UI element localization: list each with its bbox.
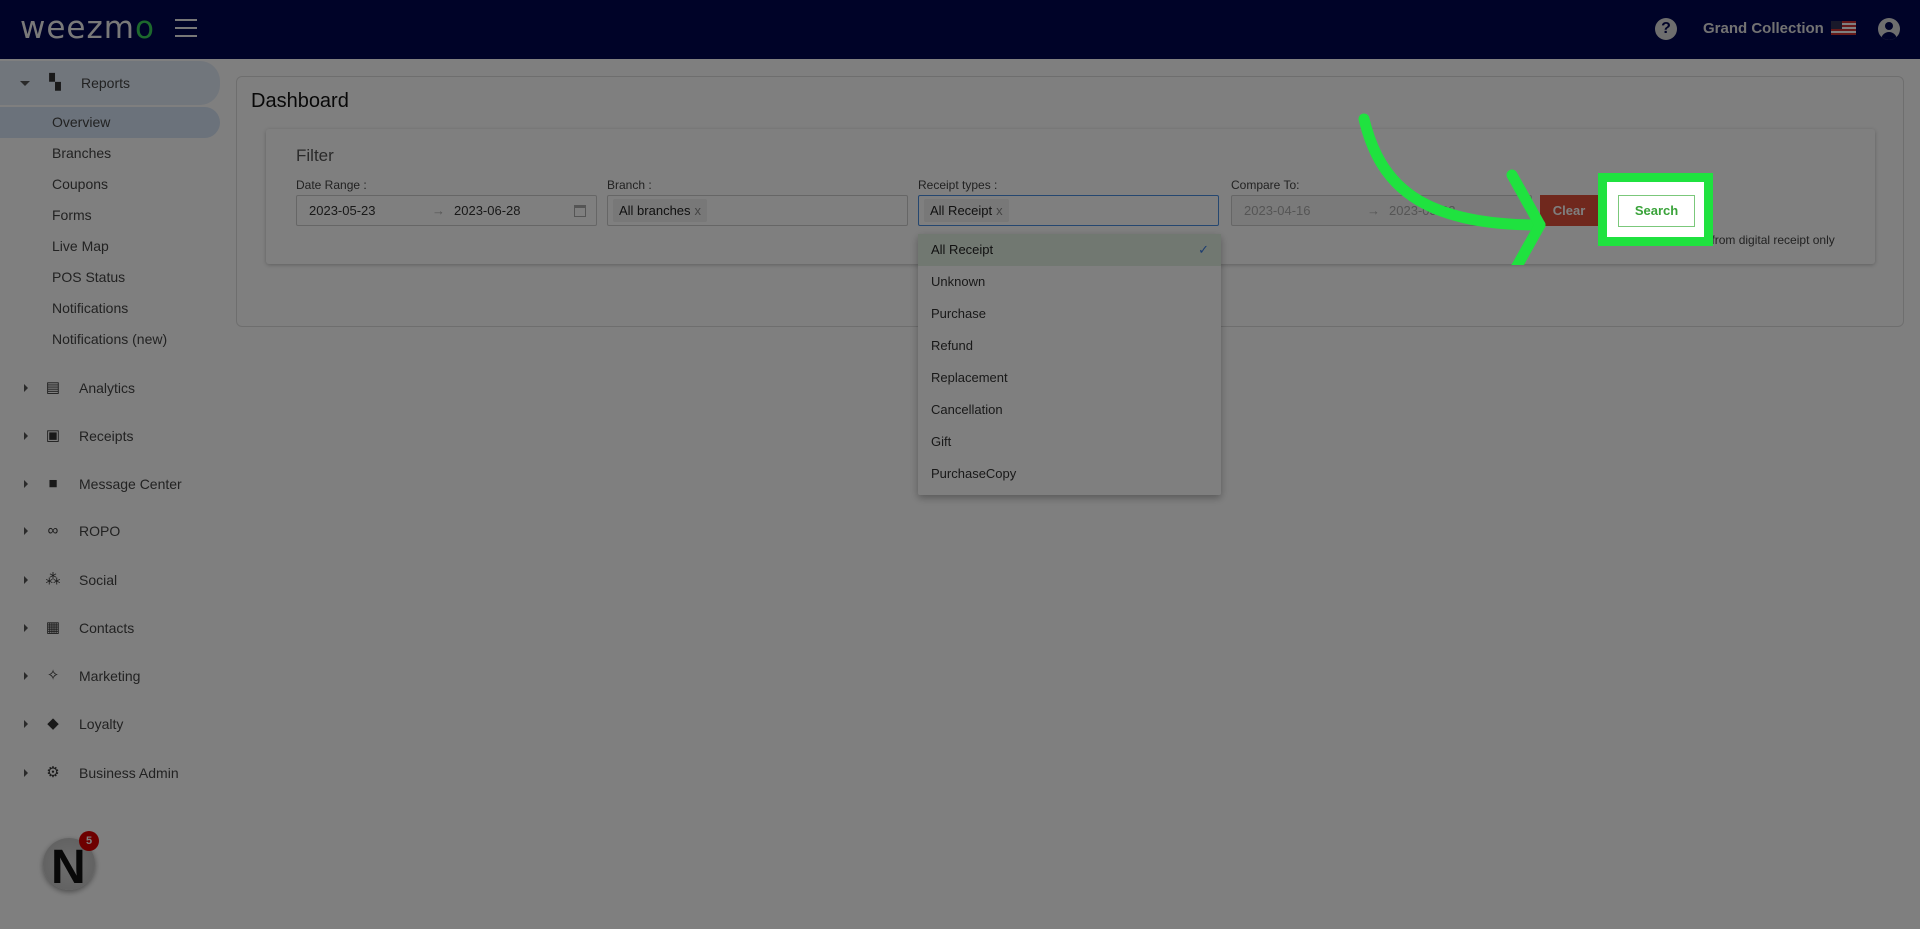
search-button[interactable]: Search <box>1618 195 1695 227</box>
pointer-arrow-icon <box>1358 113 1546 265</box>
search-highlight: Search <box>1598 173 1713 246</box>
tutorial-overlay <box>0 0 1920 929</box>
